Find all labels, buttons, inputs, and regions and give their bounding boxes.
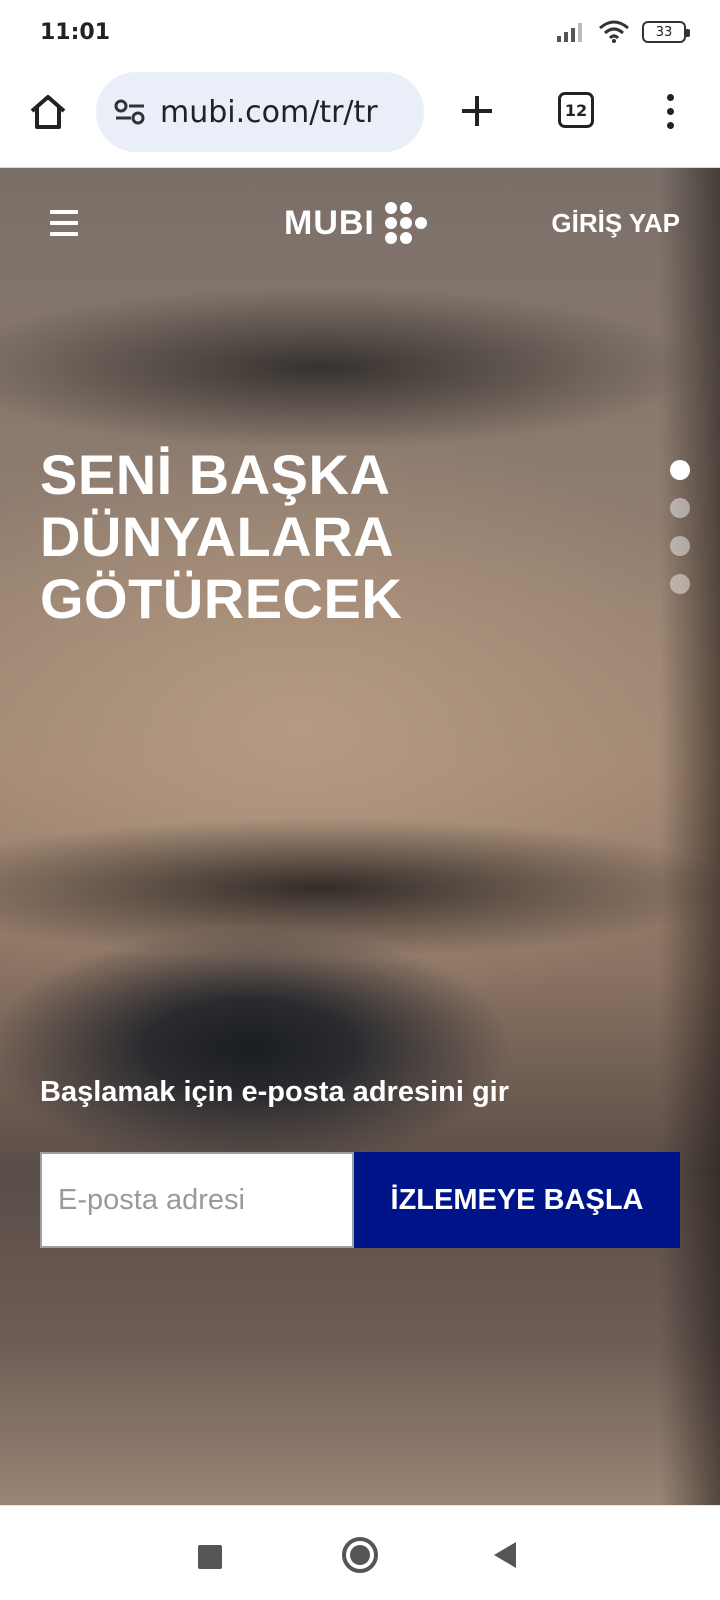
tab-switcher-icon[interactable]: 12	[558, 92, 594, 128]
hamburger-menu-icon[interactable]	[50, 210, 78, 236]
system-nav-bar	[0, 1505, 720, 1600]
site-settings-icon[interactable]	[114, 99, 146, 125]
headline-line: GÖTÜRECEK	[40, 567, 403, 630]
battery-icon: 33	[642, 21, 690, 43]
logo-dots-icon	[384, 202, 427, 244]
start-watching-button[interactable]: İZLEMEYE BAŞLA	[354, 1152, 680, 1248]
hero-headline: SENİ BAŞKA DÜNYALARA GÖTÜRECEK	[40, 444, 600, 630]
pager-dot[interactable]	[670, 536, 690, 556]
pager-dot[interactable]	[670, 574, 690, 594]
more-menu-icon[interactable]	[650, 86, 690, 136]
url-text: mubi.com/tr/tr	[160, 94, 378, 130]
home-circle-icon[interactable]	[342, 1537, 378, 1573]
home-button[interactable]	[24, 88, 72, 136]
signup-label: Başlamak için e-posta adresini gir	[40, 1076, 510, 1108]
browser-toolbar: mubi.com/tr/tr 12	[0, 66, 720, 168]
headline-line: SENİ BAŞKA	[40, 443, 391, 506]
new-tab-plus-icon	[462, 96, 492, 126]
status-bar: 11:01 33	[0, 0, 720, 66]
headline-line: DÜNYALARA	[40, 505, 395, 568]
email-input[interactable]	[40, 1152, 354, 1248]
status-time: 11:01	[40, 20, 111, 45]
hero-section: MUBI GİRİŞ YAP SENİ BAŞKA DÜNYALARA GÖTÜ…	[0, 168, 720, 1505]
wifi-icon	[599, 20, 629, 43]
recents-square-icon[interactable]	[198, 1545, 222, 1569]
address-bar[interactable]: mubi.com/tr/tr	[96, 72, 424, 152]
status-icons: 33	[556, 20, 690, 44]
mubi-logo[interactable]: MUBI	[284, 202, 427, 244]
pager-dot-active[interactable]	[670, 460, 690, 480]
login-link[interactable]: GİRİŞ YAP	[551, 208, 680, 239]
signal-icon	[557, 23, 582, 42]
back-triangle-icon[interactable]	[494, 1542, 516, 1568]
home-icon	[30, 95, 66, 129]
pager-dot[interactable]	[670, 498, 690, 518]
slide-pager	[670, 460, 690, 594]
new-tab-button[interactable]	[452, 86, 502, 136]
logo-text: MUBI	[284, 203, 375, 242]
